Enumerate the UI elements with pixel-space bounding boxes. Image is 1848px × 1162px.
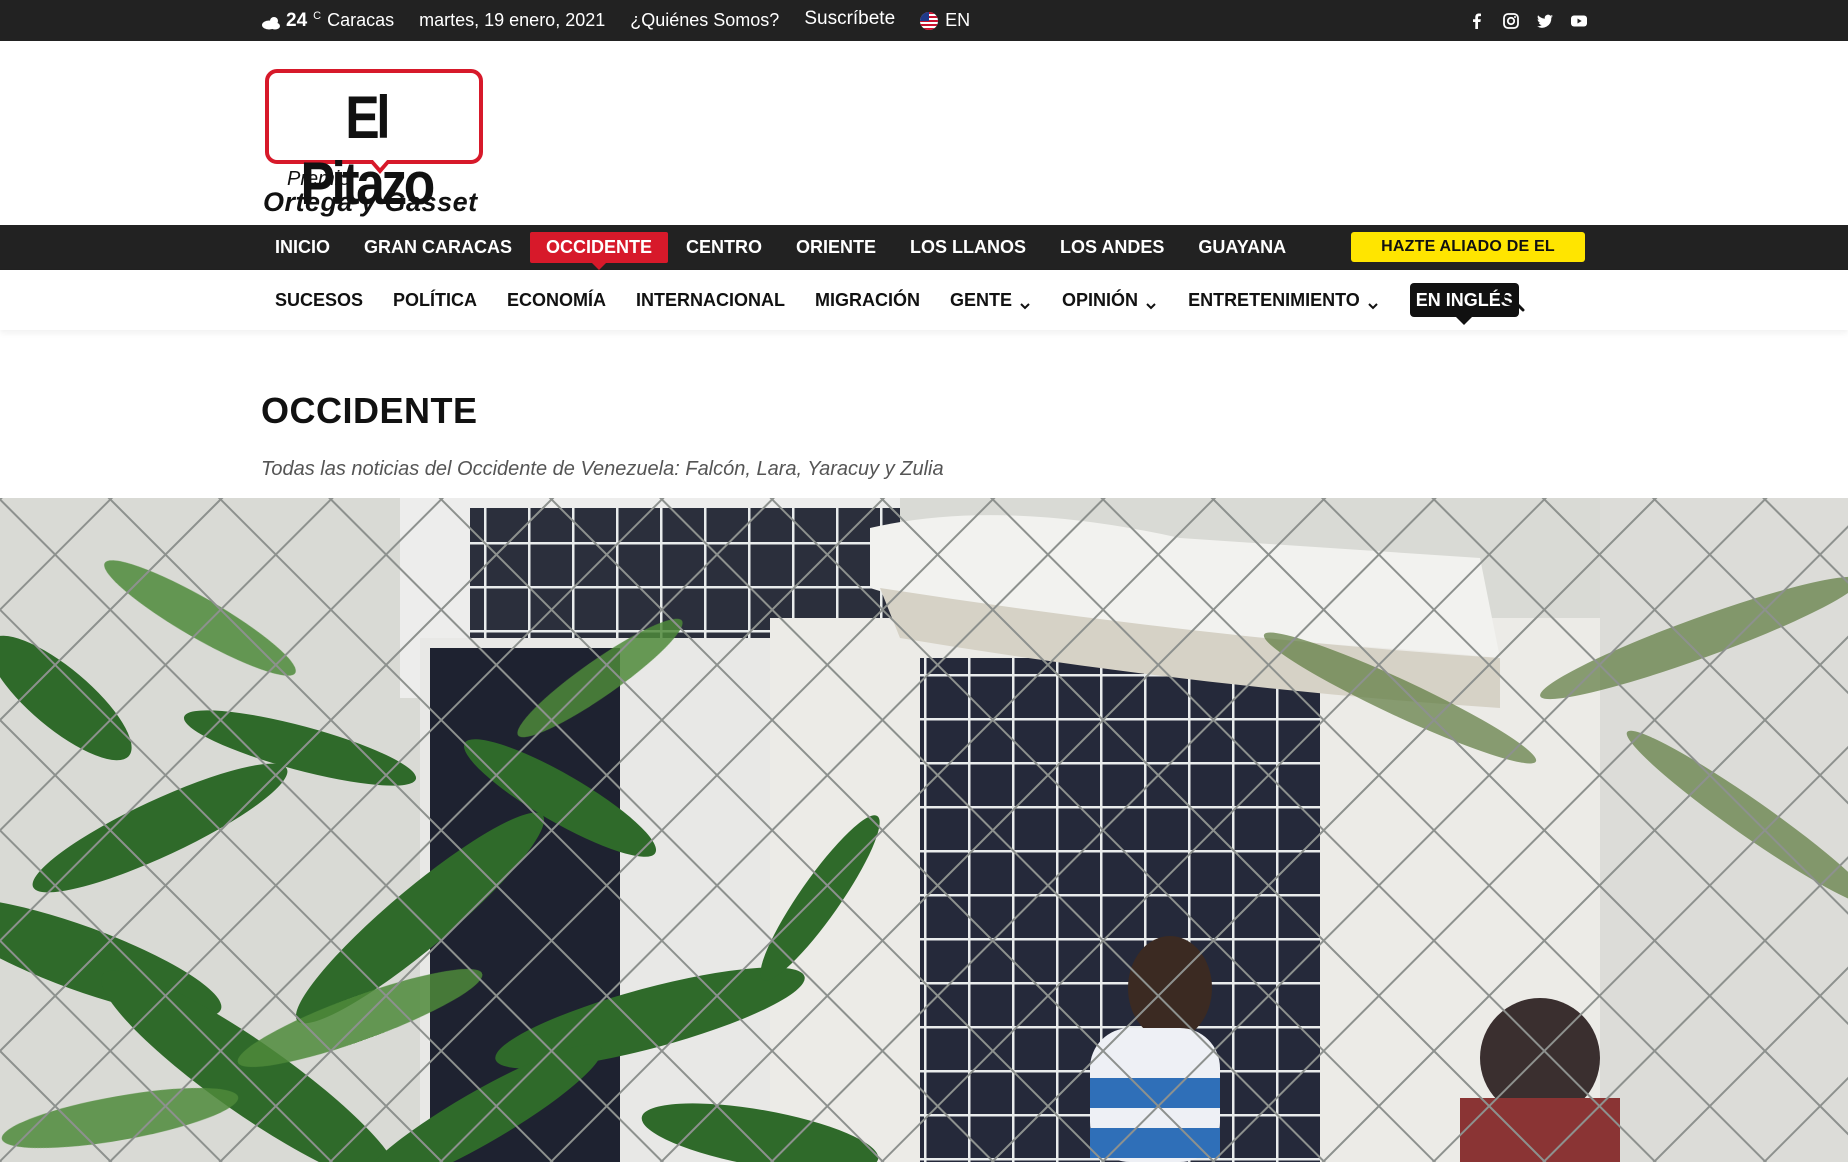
site-logo[interactable]: El Pitazo Premio Ortega y Gasset [263, 69, 485, 223]
nav-item-migracion[interactable]: MIGRACIÓN [800, 290, 935, 311]
nav-item-gente[interactable]: GENTE [935, 290, 1047, 311]
nav-item-entretenimiento-label: ENTRETENIMIENTO [1188, 289, 1360, 310]
nav-item-entretenimiento[interactable]: ENTRETENIMIENTO [1173, 290, 1395, 311]
category-description: Todas las noticias del Occidente de Vene… [261, 458, 944, 480]
nav-item-inicio[interactable]: INICIO [260, 232, 346, 263]
about-link[interactable]: ¿Quiénes Somos? [630, 10, 779, 31]
twitter-icon[interactable] [1536, 12, 1554, 30]
city: Caracas [327, 10, 395, 30]
nav-item-gran-caracas[interactable]: GRAN CARACAS [348, 232, 528, 263]
nav-item-opinion[interactable]: OPINIÓN [1047, 290, 1173, 311]
current-date: martes, 19 enero, 2021 [419, 10, 606, 30]
nav-item-oriente[interactable]: ORIENTE [780, 232, 892, 263]
chevron-down-icon [1144, 295, 1158, 310]
youtube-icon[interactable] [1570, 12, 1588, 30]
main-nav: INICIO GRAN CARACAS OCCIDENTE CENTRO ORI… [0, 225, 1848, 285]
nav-item-guayana[interactable]: GUAYANA [1182, 232, 1302, 263]
nav-item-internacional[interactable]: INTERNACIONAL [621, 290, 800, 311]
hero-image[interactable] [0, 498, 1848, 1162]
nav-item-gente-label: GENTE [950, 289, 1013, 310]
instagram-icon[interactable] [1502, 12, 1520, 30]
nav-item-sucesos[interactable]: SUCESOS [260, 290, 378, 311]
hero-photo [0, 498, 1848, 1162]
temperature: 24 [286, 9, 308, 31]
facebook-icon[interactable] [1468, 12, 1486, 30]
nav-item-occidente[interactable]: OCCIDENTE [530, 232, 669, 270]
hazte-aliado-button[interactable]: HAZTE ALIADO DE EL PITAZO [1351, 232, 1585, 285]
nav-item-los-llanos[interactable]: LOS LLANOS [894, 232, 1042, 263]
nav-item-opinion-label: OPINIÓN [1062, 289, 1139, 310]
site-header: El Pitazo Premio Ortega y Gasset [0, 41, 1848, 225]
cloud-sun-icon [260, 14, 282, 29]
social-links [1468, 0, 1588, 41]
language-label: EN [945, 10, 971, 30]
page-title: OCCIDENTE [261, 390, 478, 431]
language-switcher[interactable]: EN [920, 10, 970, 31]
chevron-down-icon [1366, 295, 1380, 310]
chevron-down-icon [1018, 295, 1032, 310]
temperature-unit: C [313, 9, 322, 22]
subscribe-link[interactable]: Suscríbete [804, 8, 895, 30]
search-icon[interactable] [1500, 287, 1526, 313]
logo-award: Ortega y Gasset [263, 187, 478, 217]
weather-widget: 24 C Caracas [260, 10, 394, 32]
top-bar: 24 C Caracas martes, 19 enero, 2021 ¿Qui… [0, 0, 1848, 41]
nav-item-centro[interactable]: CENTRO [670, 232, 778, 263]
us-flag-icon [920, 11, 939, 30]
nav-item-los-andes[interactable]: LOS ANDES [1044, 232, 1180, 263]
sub-nav: SUCESOS POLÍTICA ECONOMÍA INTERNACIONAL … [0, 270, 1848, 330]
nav-item-politica[interactable]: POLÍTICA [378, 290, 492, 311]
nav-item-economia[interactable]: ECONOMÍA [492, 290, 621, 311]
logo-speech-bubble: El Pitazo [265, 69, 483, 217]
